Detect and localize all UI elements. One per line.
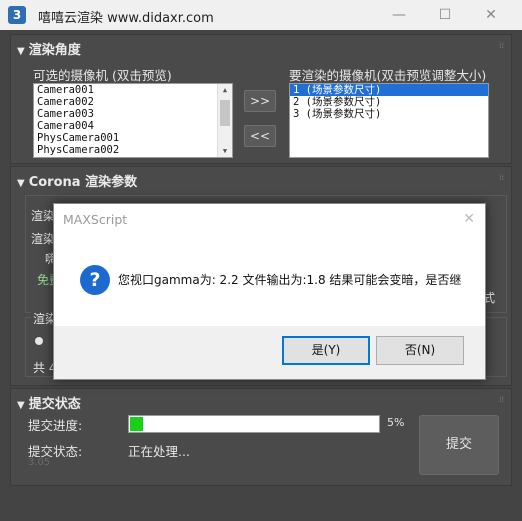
dialog-title-bar: MAXScript ✕ bbox=[54, 204, 485, 235]
available-cameras-list[interactable]: Camera001 Camera002 Camera003 Camera004 … bbox=[33, 83, 233, 158]
render-option-label: 渲染 bbox=[31, 209, 56, 223]
app-icon: 3 bbox=[8, 6, 26, 24]
app-window: 3 嘻嘻云渲染 www.didaxr.com — ☐ ✕ ▼ 渲染角度 ⁞⁞ 可选… bbox=[0, 0, 522, 521]
yes-button[interactable]: 是(Y) bbox=[282, 336, 370, 365]
status-value: 正在处理... bbox=[128, 444, 190, 459]
scroll-thumb[interactable] bbox=[220, 100, 230, 126]
list-item[interactable]: PhysCamera001 bbox=[34, 132, 232, 144]
submit-button[interactable]: 提交 bbox=[419, 415, 499, 475]
corona-section-title: Corona 渲染参数 bbox=[28, 175, 138, 190]
list-item[interactable]: 1 (场景参数尺寸) bbox=[290, 84, 488, 96]
collapse-arrow-icon: ▼ bbox=[17, 178, 25, 189]
remove-camera-button[interactable]: << bbox=[244, 125, 276, 147]
list-scrollbar[interactable]: ▲ ▼ bbox=[217, 84, 232, 157]
drag-grip-icon[interactable]: ⁞⁞ bbox=[499, 174, 507, 182]
list-item[interactable]: Camera004 bbox=[34, 120, 232, 132]
list-item[interactable]: Camera001 bbox=[34, 84, 232, 96]
submit-progress-bar bbox=[128, 415, 380, 433]
selected-cameras-list[interactable]: 1 (场景参数尺寸) 2 (场景参数尺寸) 3 (场景参数尺寸) bbox=[289, 83, 489, 158]
drag-grip-icon[interactable]: ⁞⁞ bbox=[499, 396, 507, 404]
progress-percent: 5% bbox=[387, 416, 405, 429]
submit-section: ▼ 提交状态 ⁞⁞ 提交进度: 5% 提交状态: 正在处理... 3.05 提交 bbox=[10, 388, 512, 486]
minimize-button[interactable]: — bbox=[376, 0, 422, 30]
list-item[interactable]: Camera003 bbox=[34, 108, 232, 120]
dialog-close-icon[interactable]: ✕ bbox=[463, 211, 475, 227]
maximize-button[interactable]: ☐ bbox=[422, 0, 468, 30]
list-item[interactable]: 2 (场景参数尺寸) bbox=[290, 96, 488, 108]
scroll-up-icon[interactable]: ▲ bbox=[218, 84, 232, 96]
corona-section-header[interactable]: ▼ Corona 渲染参数 bbox=[17, 171, 137, 190]
camera-section: ▼ 渲染角度 ⁞⁞ 可选的摄像机 (双击预览) 要渲染的摄像机(双击预览调整大小)… bbox=[10, 34, 512, 164]
maxscript-dialog: MAXScript ✕ ? 您视口gamma为: 2.2 文件输出为:1.8 结… bbox=[53, 203, 486, 380]
list-item[interactable]: 3 (场景参数尺寸) bbox=[290, 108, 488, 120]
collapse-arrow-icon: ▼ bbox=[17, 400, 25, 411]
progress-fill bbox=[130, 417, 143, 431]
camera-section-header[interactable]: ▼ 渲染角度 bbox=[17, 39, 81, 58]
dialog-message: 您视口gamma为: 2.2 文件输出为:1.8 结果可能会变暗，是否继 bbox=[118, 273, 462, 287]
list-item[interactable]: Camera002 bbox=[34, 96, 232, 108]
no-button[interactable]: 否(N) bbox=[376, 336, 464, 365]
progress-label: 提交进度: bbox=[28, 418, 83, 433]
dialog-body: ? 您视口gamma为: 2.2 文件输出为:1.8 结果可能会变暗，是否继 bbox=[54, 235, 485, 326]
scroll-down-icon[interactable]: ▼ bbox=[218, 145, 232, 157]
drag-grip-icon[interactable]: ⁞⁞ bbox=[499, 42, 507, 50]
add-camera-button[interactable]: >> bbox=[244, 90, 276, 112]
version-label: 3.05 bbox=[28, 457, 51, 468]
camera-section-title: 渲染角度 bbox=[28, 43, 81, 58]
collapse-arrow-icon: ▼ bbox=[17, 46, 25, 57]
dialog-footer: 是(Y) 否(N) bbox=[54, 326, 485, 379]
submit-section-header[interactable]: ▼ 提交状态 bbox=[17, 393, 81, 412]
dialog-title: MAXScript bbox=[63, 212, 128, 227]
close-button[interactable]: ✕ bbox=[468, 0, 514, 30]
available-cameras-label: 可选的摄像机 (双击预览) bbox=[33, 68, 172, 83]
render-option-label: 渲染 bbox=[31, 232, 56, 246]
list-item[interactable]: PhysCamera002 bbox=[34, 144, 232, 156]
question-icon: ? bbox=[80, 265, 110, 295]
title-bar: 3 嘻嘻云渲染 www.didaxr.com — ☐ ✕ bbox=[0, 0, 522, 30]
radio-button[interactable] bbox=[35, 337, 43, 345]
window-title: 嘻嘻云渲染 www.didaxr.com bbox=[38, 11, 214, 26]
submit-section-title: 提交状态 bbox=[28, 397, 81, 412]
selected-cameras-label: 要渲染的摄像机(双击预览调整大小) bbox=[289, 68, 487, 83]
